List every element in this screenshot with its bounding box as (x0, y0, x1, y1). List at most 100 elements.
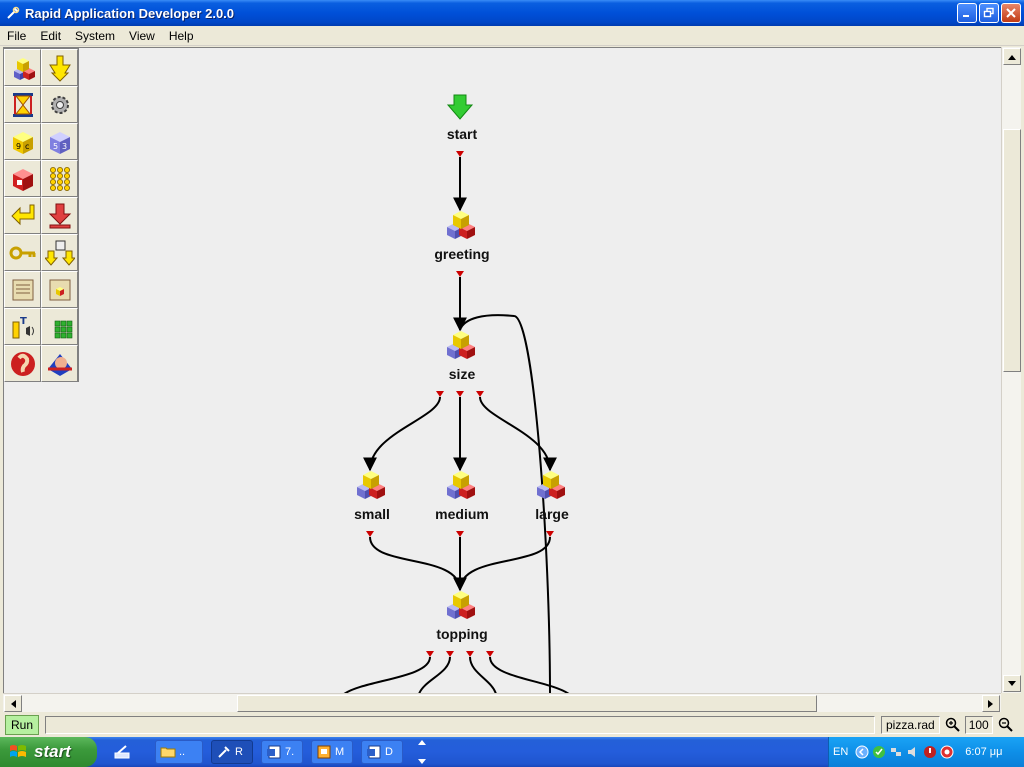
app-window: Rapid Application Developer 2.0.0 File E… (0, 0, 1024, 767)
vertical-scroll-thumb[interactable] (1003, 129, 1021, 372)
tool-branch[interactable] (41, 49, 78, 86)
tray-antivirus-icon[interactable] (940, 745, 954, 759)
window-title: Rapid Application Developer 2.0.0 (25, 5, 235, 21)
system-tray: EN 6:07 μμ (828, 737, 1024, 767)
flow-canvas[interactable]: start greeting size small medium large t… (3, 47, 1001, 693)
node-greeting[interactable] (447, 211, 475, 277)
task-label: M (335, 746, 345, 758)
scroll-up-button[interactable] (1003, 48, 1021, 65)
tool-settings[interactable] (41, 86, 78, 123)
restore-button[interactable] (979, 3, 999, 23)
word-doc-icon (367, 745, 381, 759)
chevron-up-icon (418, 740, 426, 745)
branch-icon (48, 55, 71, 82)
digits-icon: 5 3 (49, 131, 70, 154)
scroll-left-button[interactable] (4, 695, 22, 712)
vertical-scrollbar[interactable] (1001, 47, 1021, 693)
task-rad[interactable]: R (211, 740, 253, 764)
svg-text:9: 9 (16, 142, 21, 151)
zoom-out-button[interactable] (996, 715, 1016, 735)
tool-keypad[interactable] (41, 160, 78, 197)
size-cube-icon (447, 331, 475, 359)
menu-edit[interactable]: Edit (33, 29, 68, 43)
tool-alpha-digits[interactable]: 9 c (4, 123, 41, 160)
keypad-icon (49, 166, 70, 191)
menu-system[interactable]: System (68, 29, 122, 43)
language-indicator[interactable]: EN (833, 746, 848, 758)
gear-icon (50, 95, 69, 114)
tray-connections-icon[interactable] (889, 745, 903, 759)
tool-key[interactable] (4, 234, 41, 271)
quick-launch-show-desktop[interactable] (111, 741, 133, 763)
zoom-out-icon (998, 717, 1013, 732)
node-label-topping: topping (436, 626, 488, 642)
task-word-1[interactable]: 7. (261, 740, 303, 764)
tool-prompt[interactable] (4, 160, 41, 197)
taskbar-scroll-arrows[interactable] (415, 739, 429, 765)
run-button[interactable]: Run (5, 715, 39, 735)
menu-file[interactable]: File (0, 29, 33, 43)
minimize-icon (963, 15, 969, 17)
edge-small-topping (369, 536, 467, 592)
task-label: .. (179, 746, 186, 758)
horizontal-scroll-thumb[interactable] (237, 695, 817, 712)
tool-scroll[interactable] (4, 271, 41, 308)
arrow-up-icon (1008, 54, 1016, 60)
tool-palette: 9 c 5 3 T (3, 48, 79, 382)
task-presentation[interactable]: M (311, 740, 353, 764)
node-topping[interactable] (426, 591, 494, 657)
node-medium[interactable] (447, 471, 475, 537)
scroll-down-button[interactable] (1003, 675, 1021, 692)
tool-download[interactable] (41, 234, 78, 271)
face-icon (47, 353, 72, 376)
tool-tts[interactable]: T (4, 308, 41, 345)
tray-security-icon[interactable] (923, 745, 937, 759)
task-label: D (385, 746, 393, 758)
restore-icon (983, 7, 994, 18)
tool-digits[interactable]: 5 3 (41, 123, 78, 160)
svg-text:5: 5 (53, 142, 58, 151)
tool-listen[interactable] (4, 345, 41, 382)
tool-grid[interactable] (41, 308, 78, 345)
tray-network-icon[interactable] (872, 745, 886, 759)
menu-view[interactable]: View (122, 29, 162, 43)
tool-scroll-subdialog[interactable] (41, 271, 78, 308)
tool-exit[interactable] (41, 197, 78, 234)
scroll-right-button[interactable] (982, 695, 1000, 712)
task-label: R (235, 746, 243, 758)
svg-text:c: c (25, 142, 29, 151)
download-icon (44, 240, 75, 266)
tool-face[interactable] (41, 345, 78, 382)
arrow-left-icon (11, 699, 16, 708)
greeting-cube-icon (447, 211, 475, 239)
menu-help[interactable]: Help (162, 29, 201, 43)
tray-volume-icon[interactable] (906, 745, 920, 759)
minimize-button[interactable] (957, 3, 977, 23)
tool-subdialog[interactable] (4, 49, 41, 86)
tool-hourglass[interactable] (4, 86, 41, 123)
zoom-level[interactable]: 100 (964, 716, 993, 734)
ear-icon (10, 351, 35, 376)
tray-expand-icon[interactable] (855, 745, 869, 759)
return-icon (10, 204, 34, 225)
zoom-in-button[interactable] (943, 715, 963, 735)
scroll-subdialog-icon (49, 279, 70, 300)
rad-app-icon (218, 746, 230, 758)
close-button[interactable] (1001, 3, 1021, 23)
start-arrow-icon (446, 94, 474, 120)
horizontal-scrollbar[interactable] (3, 693, 1001, 712)
task-word-2[interactable]: D (361, 740, 403, 764)
node-label-start: start (446, 126, 478, 142)
grid-icon (54, 320, 72, 338)
title-bar[interactable]: Rapid Application Developer 2.0.0 (0, 0, 1024, 26)
hourglass-icon (12, 92, 33, 117)
task-explorer[interactable]: .. (155, 740, 203, 764)
start-button[interactable]: start (0, 737, 97, 767)
folder-icon (160, 747, 176, 758)
tool-return[interactable] (4, 197, 41, 234)
node-size[interactable] (436, 331, 484, 397)
wrench-icon (7, 6, 20, 19)
svg-text:T: T (20, 316, 27, 327)
clock[interactable]: 6:07 μμ (965, 746, 1002, 758)
node-small[interactable] (357, 471, 385, 537)
